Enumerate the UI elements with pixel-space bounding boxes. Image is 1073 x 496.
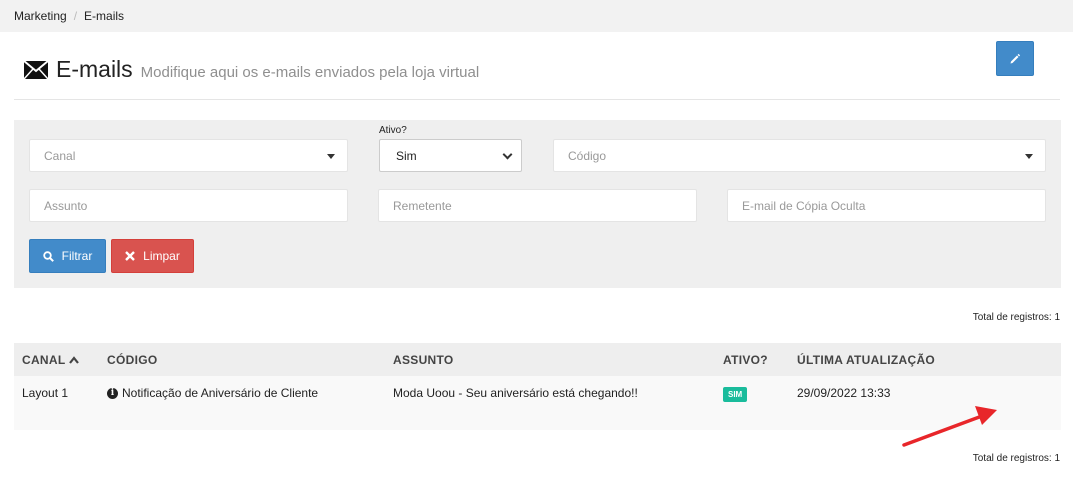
breadcrumb-separator: / <box>73 9 78 23</box>
breadcrumb-marketing[interactable]: Marketing <box>14 9 67 23</box>
status-badge: SIM <box>723 387 748 402</box>
page-subtitle: Modifique aqui os e-mails enviados pela … <box>140 64 480 81</box>
ativo-select[interactable]: Sim <box>379 139 522 172</box>
bcc-placeholder: E-mail de Cópia Oculta <box>742 198 866 213</box>
header-divider <box>14 99 1060 100</box>
chevron-up-icon <box>68 355 79 364</box>
ativo-value: Sim <box>396 148 417 163</box>
header-ultima-atualizacao[interactable]: ÚLTIMA ATUALIZAÇÃO <box>797 353 997 367</box>
caret-down-icon <box>1025 154 1033 159</box>
filter-panel: Canal Ativo? Sim Código Assunto Remetent… <box>14 120 1061 288</box>
close-icon <box>125 251 136 261</box>
cell-codigo-text: Notificação de Aniversário de Cliente <box>122 386 319 400</box>
breadcrumb-emails: E-mails <box>84 9 125 23</box>
total-records-top: Total de registros: 1 <box>972 312 1060 323</box>
cell-ativo: SIM <box>723 376 797 402</box>
envelope-icon <box>24 60 48 79</box>
edit-button[interactable] <box>996 41 1034 76</box>
table-row: Layout 1 i Notificação de Aniversário de… <box>14 376 1061 430</box>
filter-button[interactable]: Filtrar <box>29 239 106 273</box>
info-icon[interactable]: i <box>107 387 118 399</box>
filter-button-label: Filtrar <box>61 249 93 263</box>
total-records-bottom: Total de registros: 1 <box>972 453 1060 464</box>
page-header: E-mails Modifique aqui os e-mails enviad… <box>24 56 479 83</box>
search-icon <box>42 250 54 262</box>
cell-canal: Layout 1 <box>22 386 69 400</box>
header-ativo[interactable]: ATIVO? <box>723 353 797 367</box>
table-header: CANAL CÓDIGO ASSUNTO ATIVO? ÚLTIMA ATUAL… <box>14 343 1061 376</box>
codigo-select[interactable]: Código <box>553 139 1046 172</box>
header-canal-label: CANAL <box>22 352 66 367</box>
bcc-input[interactable]: E-mail de Cópia Oculta <box>727 189 1046 222</box>
codigo-placeholder: Código <box>568 148 607 163</box>
header-codigo[interactable]: CÓDIGO <box>107 353 393 367</box>
canal-select[interactable]: Canal <box>29 139 348 172</box>
cell-assunto: Moda Uoou - Seu aniversário está chegand… <box>393 386 638 400</box>
pencil-icon <box>1010 53 1021 63</box>
canal-placeholder: Canal <box>44 148 76 163</box>
clear-button[interactable]: Limpar <box>111 239 194 273</box>
assunto-placeholder: Assunto <box>44 198 88 213</box>
remetente-input[interactable]: Remetente <box>378 189 697 222</box>
assunto-input[interactable]: Assunto <box>29 189 348 222</box>
header-assunto[interactable]: ASSUNTO <box>393 353 723 367</box>
remetente-placeholder: Remetente <box>393 198 452 213</box>
cell-ultima-atualizacao: 29/09/2022 13:33 <box>797 386 891 400</box>
breadcrumb: Marketing / E-mails <box>0 0 1073 32</box>
header-canal[interactable]: CANAL <box>14 353 107 367</box>
emails-table: CANAL CÓDIGO ASSUNTO ATIVO? ÚLTIMA ATUAL… <box>14 343 1061 430</box>
chevron-down-icon <box>502 149 513 160</box>
cell-codigo: i Notificação de Aniversário de Cliente <box>107 376 393 400</box>
caret-down-icon <box>327 154 335 159</box>
clear-button-label: Limpar <box>143 249 180 263</box>
page-title: E-mails <box>56 56 133 82</box>
ativo-label: Ativo? <box>379 125 407 136</box>
